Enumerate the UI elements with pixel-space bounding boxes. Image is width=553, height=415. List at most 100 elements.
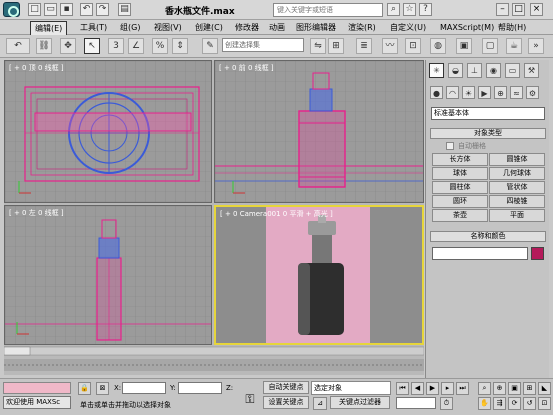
search-icon[interactable]: ⌕ [387, 3, 400, 16]
utilities-tab-icon[interactable]: ⚒ [524, 63, 539, 78]
search-input[interactable]: 键入关键字或短语 [273, 3, 383, 17]
open-file-icon[interactable]: ▭ [44, 3, 57, 16]
viewport-front[interactable]: [ + 0 前 0 线框 ] [214, 60, 424, 203]
play-icon[interactable]: ▶ [426, 382, 439, 395]
torus-button[interactable]: 圆环 [432, 195, 488, 208]
render-setup-icon[interactable]: ▣ [456, 38, 472, 54]
curve-editor-icon[interactable]: 〰 [382, 38, 398, 54]
viewport-label-front[interactable]: [ + 0 前 0 线框 ] [219, 63, 274, 73]
menu-animation[interactable]: 动画 [265, 21, 289, 34]
schematic-view-icon[interactable]: ⊡ [405, 38, 421, 54]
named-selection-dropdown[interactable]: 创建选择集 [222, 38, 304, 52]
motion-tab-icon[interactable]: ◉ [486, 63, 501, 78]
app-logo-icon[interactable] [3, 2, 20, 17]
bind-space-warp-icon[interactable]: ✥ [60, 38, 76, 54]
current-frame-field[interactable] [396, 397, 436, 409]
material-editor-icon[interactable]: ◍ [430, 38, 446, 54]
menu-create[interactable]: 创建(C) [191, 21, 227, 34]
menu-modifiers[interactable]: 修改器 [231, 21, 263, 34]
undo-scene-icon[interactable]: ↶ [6, 38, 30, 54]
autogrid-checkbox[interactable] [446, 142, 454, 150]
absolute-mode-icon[interactable]: ⊠ [96, 382, 109, 395]
key-tangent-icon[interactable]: ⊿ [313, 397, 327, 410]
teapot-button[interactable]: 茶壶 [432, 209, 488, 222]
go-to-end-icon[interactable]: ⏭ [456, 382, 469, 395]
viewport-label-camera[interactable]: [ + 0 Camera001 0 平滑 + 高光 ] [220, 209, 333, 219]
selection-lock-icon[interactable]: 🔒 [78, 382, 91, 395]
viewport-left[interactable]: [ + 0 左 0 线框 ] [4, 205, 212, 345]
geosphere-button[interactable]: 几何球体 [489, 167, 545, 180]
time-track-bar[interactable] [3, 345, 425, 375]
toolbar-overflow-icon[interactable]: » [528, 38, 544, 54]
save-file-icon[interactable]: ▪ [60, 3, 73, 16]
menu-help[interactable]: 帮助(H) [494, 21, 530, 34]
pan-view-icon[interactable]: ✋ [478, 397, 491, 410]
maxscript-mini-listener[interactable] [3, 382, 71, 394]
key-selection-dropdown[interactable]: 选定对象 [311, 381, 391, 395]
menu-maxscript[interactable]: MAXScript(M) [436, 21, 498, 34]
align-icon[interactable]: ⊞ [328, 38, 344, 54]
menu-group[interactable]: 组(G) [116, 21, 144, 34]
spinner-snap-icon[interactable]: ⇕ [172, 38, 188, 54]
object-name-field[interactable] [432, 247, 528, 260]
sphere-button[interactable]: 球体 [432, 167, 488, 180]
set-key-button[interactable]: 设置关键点 [263, 396, 309, 409]
object-category-dropdown[interactable]: 标准基本体 [431, 107, 545, 120]
cameras-icon[interactable]: ▶ [478, 86, 491, 99]
info-center-icon[interactable]: ☆ [403, 3, 416, 16]
roll-icon[interactable]: ↺ [523, 397, 536, 410]
snaps-toggle-icon[interactable]: 3 [108, 38, 124, 54]
space-warps-icon[interactable]: ≈ [510, 86, 523, 99]
help-icon[interactable]: ? [419, 3, 432, 16]
rendered-frame-icon[interactable]: ▢ [482, 38, 498, 54]
undo-icon[interactable]: ↶ [80, 3, 93, 16]
viewport-camera[interactable]: [ + 0 Camera001 0 平滑 + 高光 ] [214, 205, 424, 345]
maxscript-listener[interactable]: 欢迎使用 MAXSc [3, 396, 71, 409]
time-config-icon[interactable]: ⏱ [440, 397, 453, 410]
auto-key-button[interactable]: 自动关键点 [263, 381, 309, 394]
tube-button[interactable]: 管状体 [489, 181, 545, 194]
field-of-view-icon[interactable]: ◣ [538, 382, 551, 395]
close-button[interactable]: × [530, 3, 543, 16]
menu-tools[interactable]: 工具(T) [76, 21, 111, 34]
menu-graph-editors[interactable]: 图形编辑器 [292, 21, 340, 34]
key-filters-button[interactable]: 关键点过滤器 [330, 396, 390, 409]
y-coord-field[interactable] [178, 382, 222, 394]
x-coord-field[interactable] [122, 382, 166, 394]
mirror-icon[interactable]: ⇋ [310, 38, 326, 54]
select-and-link-icon[interactable]: ⛓ [36, 38, 52, 54]
quick-render-icon[interactable]: ☕ [506, 38, 522, 54]
viewport-label-top[interactable]: [ + 0 顶 0 线框 ] [9, 63, 64, 73]
redo-icon[interactable]: ↷ [96, 3, 109, 16]
maximize-button[interactable]: □ [512, 3, 525, 16]
percent-snap-icon[interactable]: % [152, 38, 168, 54]
minimize-button[interactable]: – [496, 3, 509, 16]
plane-button[interactable]: 平面 [489, 209, 545, 222]
create-tab-icon[interactable]: ✳ [429, 63, 444, 78]
angle-snap-icon[interactable]: ∠ [128, 38, 144, 54]
shapes-icon[interactable]: ◠ [446, 86, 459, 99]
maximize-viewport-icon[interactable]: ⊡ [538, 397, 551, 410]
layer-manager-icon[interactable]: ≣ [356, 38, 372, 54]
object-type-rollout[interactable]: 对象类型 [430, 128, 546, 139]
walkthrough-icon[interactable]: ⇶ [493, 397, 506, 410]
next-frame-icon[interactable]: ▸ [441, 382, 454, 395]
menu-rendering[interactable]: 渲染(R) [344, 21, 380, 34]
new-file-icon[interactable]: □ [28, 3, 41, 16]
previous-frame-icon[interactable]: ◀ [411, 382, 424, 395]
pyramid-button[interactable]: 四棱锥 [489, 195, 545, 208]
project-folder-icon[interactable]: ▤ [118, 3, 131, 16]
hierarchy-tab-icon[interactable]: ⊥ [467, 63, 482, 78]
box-button[interactable]: 长方体 [432, 153, 488, 166]
viewport-label-left[interactable]: [ + 0 左 0 线框 ] [9, 208, 64, 218]
orbit-icon[interactable]: ⟳ [508, 397, 521, 410]
cone-button[interactable]: 圆锥体 [489, 153, 545, 166]
modify-tab-icon[interactable]: ◒ [448, 63, 463, 78]
edit-named-selection-icon[interactable]: ✎ [202, 38, 218, 54]
zoom-extents-icon[interactable]: ▣ [508, 382, 521, 395]
cylinder-button[interactable]: 圆柱体 [432, 181, 488, 194]
display-tab-icon[interactable]: ▭ [505, 63, 520, 78]
select-object-icon[interactable]: ↖ [84, 38, 100, 54]
menu-views[interactable]: 视图(V) [150, 21, 186, 34]
object-color-swatch[interactable] [531, 247, 544, 260]
